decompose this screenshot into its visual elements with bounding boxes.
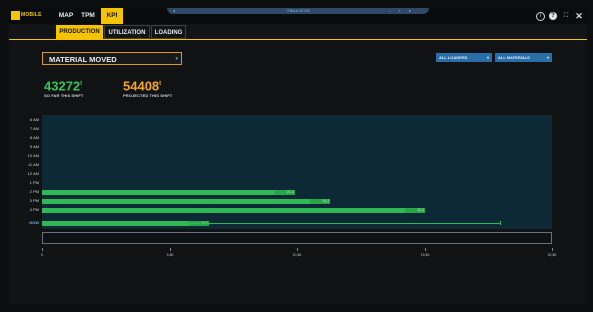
ribbon-arrow-right-icon[interactable]: ▸: [409, 8, 411, 13]
app-frame: MOBILE MAP TPM KPI ◂ SIMULATOR – ▪ ▸ i ?…: [9, 8, 587, 304]
x-axis-tick-label: 0: [41, 253, 43, 257]
metric-select[interactable]: MATERIAL MOVED ▾: [42, 52, 182, 65]
fullscreen-icon[interactable]: ⛶: [562, 12, 570, 20]
close-icon[interactable]: ✕: [575, 12, 583, 21]
hour-tick-label: 12 AM: [27, 171, 39, 176]
tab-loading[interactable]: LOADING: [151, 25, 186, 39]
hour-tick-label: 9 AM: [29, 144, 39, 149]
x-axis-tick: [42, 248, 43, 251]
loaders-filter[interactable]: ALL LOADERS ▾: [436, 53, 492, 62]
materials-filter-label: ALL MATERIALS: [498, 55, 530, 60]
projected-value: 54408t: [123, 78, 162, 94]
loaders-filter-label: ALL LOADERS: [439, 55, 468, 60]
target-line: [42, 223, 500, 224]
x-axis-tick-label: 15,80: [420, 253, 430, 257]
x-axis-tick: [425, 248, 427, 251]
now-tick-label: NOW: [29, 220, 39, 225]
nav-tab-tpm[interactable]: TPM: [78, 8, 98, 24]
bar-value-label: 21,3: [274, 190, 295, 195]
materials-filter[interactable]: ALL MATERIALS ▾: [495, 53, 552, 62]
logo-icon: [11, 11, 20, 20]
ribbon-expand-icon[interactable]: ▪: [399, 8, 400, 13]
bar-value-label: 24,3: [310, 199, 331, 204]
target-cap: [499, 221, 501, 225]
hour-tick-label: 7 AM: [29, 126, 39, 131]
production-bar: [42, 199, 331, 204]
sub-tab-bar: PRODUCTION UTILIZATION LOADING: [9, 25, 587, 40]
hour-tick-label: 6 AM: [29, 117, 39, 122]
ribbon-text: SIMULATOR: [287, 8, 310, 13]
x-axis-tick: [552, 248, 553, 251]
app-logo[interactable]: MOBILE: [11, 11, 43, 21]
x-axis-tick: [170, 248, 172, 251]
x-axis-tick-label: 20,80: [547, 253, 557, 257]
logo-text: MOBILE: [21, 12, 42, 18]
chevron-down-icon: ▾: [486, 55, 489, 60]
production-bar: [42, 190, 295, 195]
so-far-value: 43272t: [44, 78, 83, 94]
production-bar: [42, 208, 426, 213]
tab-utilization[interactable]: UTILIZATION: [104, 25, 150, 39]
nav-tab-map[interactable]: MAP: [56, 8, 76, 24]
hour-tick-label: 2 PM: [29, 189, 39, 194]
hour-tick-label: 3 PM: [29, 198, 39, 203]
x-axis-tick-label: 10,80: [292, 253, 302, 257]
status-ribbon: ◂ SIMULATOR – ▪ ▸: [167, 8, 429, 14]
x-axis-tick-label: 5,80: [166, 253, 174, 257]
hour-tick-label: 8 AM: [29, 135, 39, 140]
sub-tab-underline: [9, 39, 587, 40]
ribbon-minimize-icon[interactable]: –: [389, 8, 391, 13]
bar-value-label: 32,3: [405, 208, 426, 213]
projected-label: PROJECTED THIS SHIFT: [123, 93, 173, 98]
hour-tick-label: 1 PM: [29, 180, 39, 185]
help-icon[interactable]: ?: [549, 12, 557, 20]
top-bar: MOBILE MAP TPM KPI ◂ SIMULATOR – ▪ ▸ i ?…: [9, 8, 587, 24]
hour-tick-label: 10 AM: [27, 153, 39, 158]
metric-select-value: MATERIAL MOVED: [49, 55, 117, 64]
hour-tick-label: 4 PM: [29, 207, 39, 212]
chevron-down-icon: ▾: [546, 55, 549, 60]
x-axis-tick: [297, 248, 298, 251]
tab-production[interactable]: PRODUCTION: [56, 25, 103, 39]
chevron-down-icon: ▾: [175, 56, 178, 62]
hour-tick-label: 11 AM: [27, 162, 39, 167]
nav-tab-kpi[interactable]: KPI: [101, 8, 123, 24]
now-row: [42, 232, 552, 244]
so-far-label: SO FAR THIS SHIFT: [44, 93, 84, 98]
ribbon-arrow-left-icon[interactable]: ◂: [173, 8, 175, 13]
info-circle-icon[interactable]: i: [536, 12, 545, 21]
